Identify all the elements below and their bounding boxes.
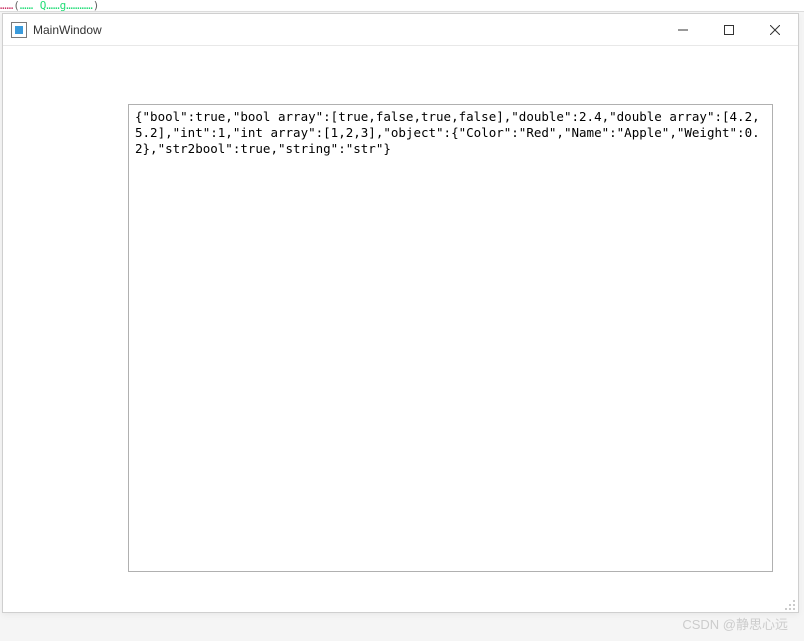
titlebar-button-group — [660, 14, 798, 45]
close-button[interactable] — [752, 14, 798, 45]
close-icon — [770, 25, 780, 35]
window-title: MainWindow — [33, 23, 102, 37]
json-text-display[interactable]: {"bool":true,"bool array":[true,false,tr… — [128, 104, 773, 572]
main-window: MainWindow {"bool":true,"bool array — [2, 13, 799, 613]
minimize-icon — [678, 25, 688, 35]
resize-grip-icon[interactable] — [784, 598, 796, 610]
window-icon — [11, 22, 27, 38]
editor-code-strip: ……(…… Q……g…………) — [0, 0, 804, 12]
watermark-text: CSDN @静思心远 — [682, 614, 788, 633]
client-area: {"bool":true,"bool array":[true,false,tr… — [3, 46, 798, 612]
titlebar[interactable]: MainWindow — [3, 14, 798, 46]
maximize-button[interactable] — [706, 14, 752, 45]
minimize-button[interactable] — [660, 14, 706, 45]
maximize-icon — [724, 25, 734, 35]
